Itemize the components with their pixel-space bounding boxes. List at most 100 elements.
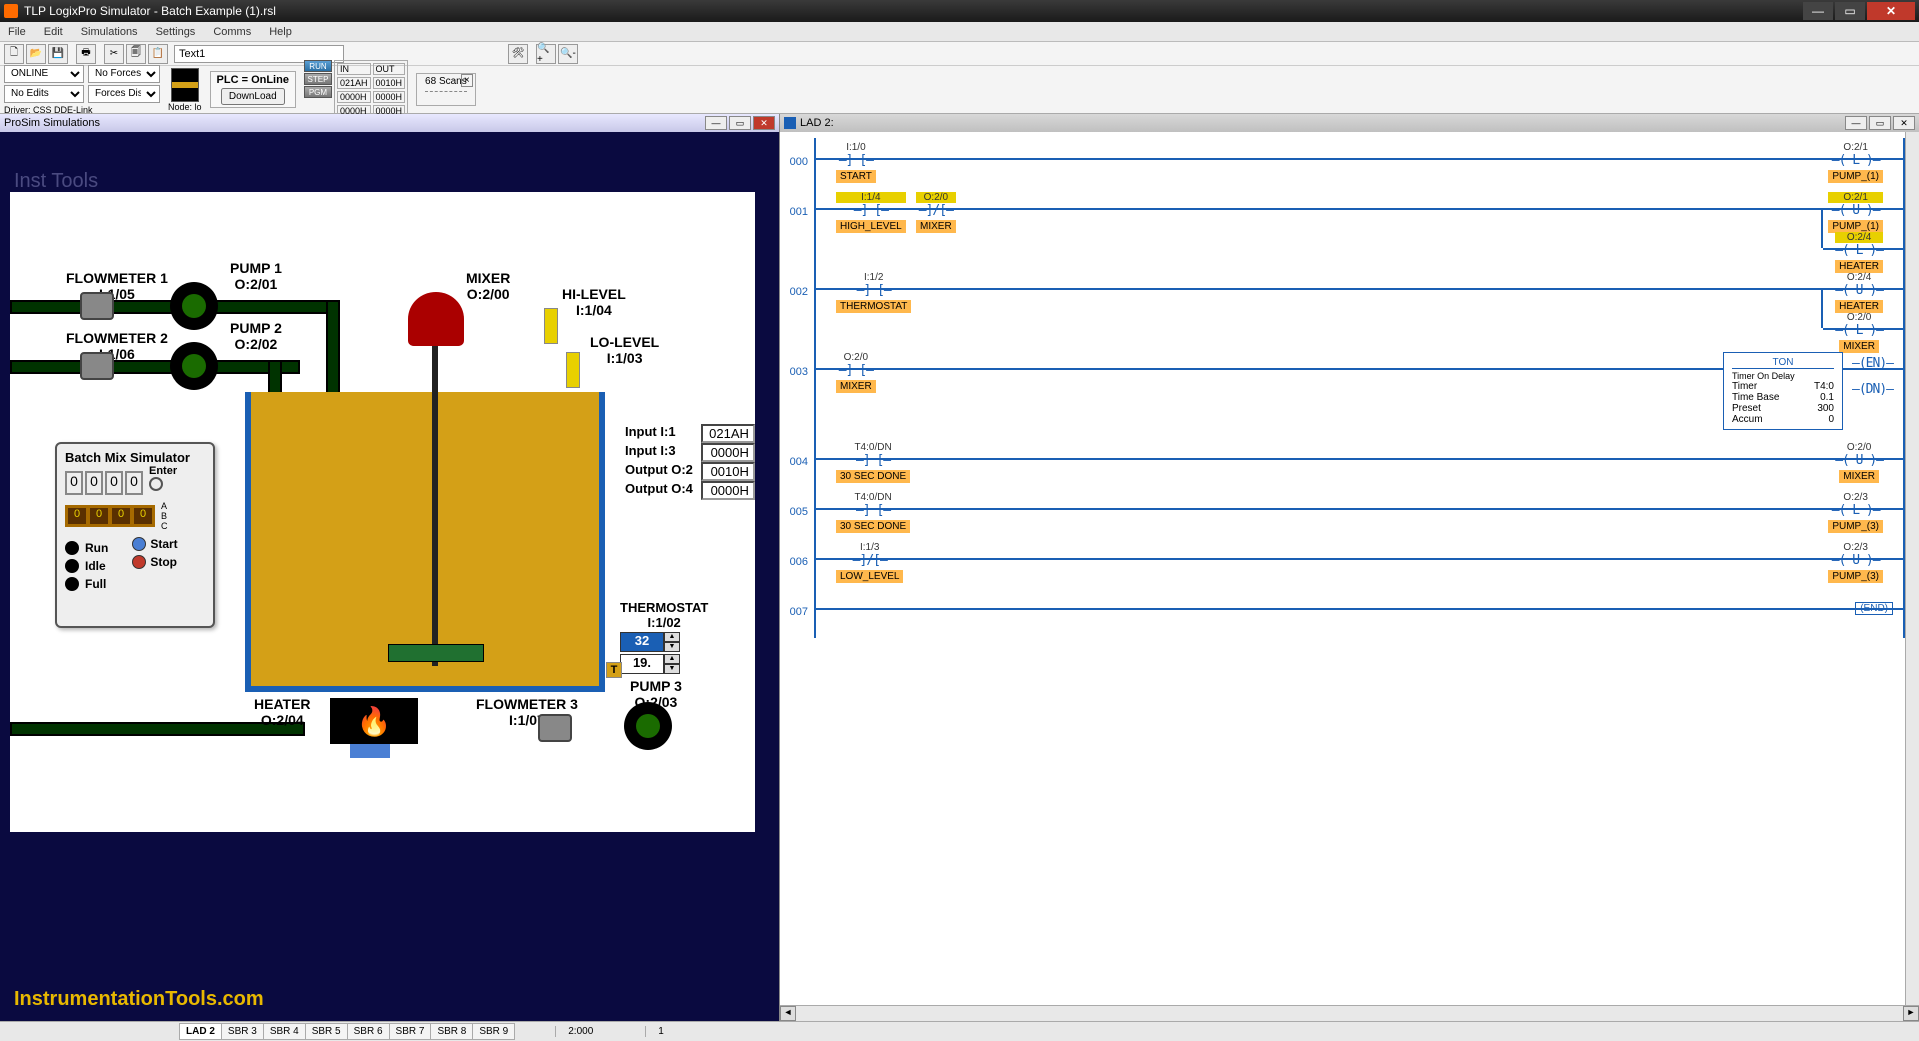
cut-icon[interactable]: ✂ (104, 44, 124, 64)
rung[interactable]: 006I:1/3—]/[—LOW_LEVELO:2/3—( U )—PUMP_(… (780, 538, 1905, 588)
menu-bar: File Edit Simulations Settings Comms Hel… (0, 22, 1919, 42)
pump-1[interactable] (170, 282, 218, 330)
ladder-min-icon[interactable]: — (1845, 116, 1867, 130)
menu-simulations[interactable]: Simulations (81, 26, 138, 38)
ladder-hscroll[interactable]: ◄ ► (780, 1005, 1919, 1021)
coil[interactable]: O:2/4—( L )—HEATER (1835, 232, 1883, 273)
bottom-tab[interactable]: LAD 2 (179, 1023, 222, 1040)
footer-branding: InstrumentationTools.com (14, 988, 264, 1011)
pv-dn-icon[interactable]: ▼ (664, 664, 680, 674)
edits-combo[interactable]: No Edits (4, 85, 84, 103)
prosim-title: ProSim Simulations (4, 117, 100, 129)
thermostat: THERMOSTAT I:1/02 T 32 ▲▼ 19. ▲▼ (620, 600, 708, 674)
save-icon[interactable]: 💾 (48, 44, 68, 64)
sp-up-icon[interactable]: ▲ (664, 632, 680, 642)
menu-edit[interactable]: Edit (44, 26, 63, 38)
hscroll-left-icon[interactable]: ◄ (780, 1006, 796, 1021)
menu-file[interactable]: File (8, 26, 26, 38)
thermo-setpoint[interactable]: 32 ▲▼ (620, 632, 708, 652)
ton-block[interactable]: TONTimer On DelayTimerT4:0Time Base0.1Pr… (1723, 352, 1843, 430)
bottom-tab[interactable]: SBR 4 (263, 1023, 306, 1040)
rung-number: 002 (780, 268, 814, 298)
instruction[interactable]: I:1/2—] [—THERMOSTAT (836, 272, 911, 313)
bottom-tab[interactable]: SBR 5 (305, 1023, 348, 1040)
coil[interactable]: O:2/0—( U )—MIXER (1835, 442, 1883, 483)
maximize-button[interactable]: ▭ (1835, 2, 1865, 20)
close-button[interactable]: ✕ (1867, 2, 1915, 20)
flowmeter-3 (538, 714, 572, 742)
run-button[interactable]: RUN (304, 60, 332, 72)
open-icon[interactable]: 📂 (26, 44, 46, 64)
rung-number: 003 (780, 348, 814, 378)
pgm-button[interactable]: PGM (304, 86, 332, 98)
pump-2[interactable] (170, 342, 218, 390)
instruction[interactable]: O:2/0—] [—MIXER (836, 352, 876, 393)
enter-button[interactable] (149, 477, 163, 491)
menu-comms[interactable]: Comms (213, 26, 251, 38)
step-button[interactable]: STEP (304, 73, 332, 85)
rung[interactable]: 003 O:2/0—] [—MIXER TONTimer On DelayTimer… (780, 348, 1905, 438)
coil[interactable]: O:2/4—( U )—HEATER (1835, 272, 1883, 313)
rung[interactable]: 002 I:1/2—] [—THERMOSTAT O:2/4—( U )—HEATE… (780, 268, 1905, 348)
rung[interactable]: 007(END) (780, 588, 1905, 638)
instruction[interactable]: T4:0/DN—] [—30 SEC DONE (836, 492, 910, 533)
bottom-tab[interactable]: SBR 6 (347, 1023, 390, 1040)
tools-icon[interactable]: 🛠 (508, 44, 528, 64)
instruction[interactable]: O:2/0—]/[—MIXER (916, 192, 956, 233)
rung-number: 005 (780, 488, 814, 518)
bottom-tab[interactable]: SBR 7 (389, 1023, 432, 1040)
menu-help[interactable]: Help (269, 26, 292, 38)
bottom-tab[interactable]: SBR 9 (472, 1023, 515, 1040)
pv-up-icon[interactable]: ▲ (664, 654, 680, 664)
plc-icon (171, 68, 199, 102)
download-button[interactable]: DownLoad (221, 88, 285, 105)
ladder-body[interactable]: 000I:1/0—] [—STARTO:2/1—( L )—PUMP_(1)00… (780, 132, 1919, 1005)
rung[interactable]: 001 I:1/4—] [—HIGH_LEVELO:2/0—]/[—MIXER O:… (780, 188, 1905, 268)
stop-button[interactable] (132, 555, 146, 569)
start-button[interactable] (132, 537, 146, 551)
rung-number: 001 (780, 188, 814, 218)
minimize-button[interactable]: — (1803, 2, 1833, 20)
instruction[interactable]: I:1/4—] [—HIGH_LEVEL (836, 192, 906, 233)
sp-dn-icon[interactable]: ▼ (664, 642, 680, 652)
hscroll-right-icon[interactable]: ► (1903, 1006, 1919, 1021)
rung[interactable]: 004T4:0/DN—] [—30 SEC DONEO:2/0—( U )—MI… (780, 438, 1905, 488)
pump-3[interactable] (624, 702, 672, 750)
zoom-in-icon[interactable]: 🔍+ (536, 44, 556, 64)
mode-combo[interactable]: ONLINE (4, 65, 84, 83)
thumbwheel[interactable]: 0000 (65, 471, 143, 495)
coil[interactable]: O:2/3—( L )—PUMP_(3) (1828, 492, 1883, 533)
ladder-max-icon[interactable]: ▭ (1869, 116, 1891, 130)
abc-switch[interactable]: A B C (161, 501, 168, 531)
heater: 🔥 (330, 698, 418, 744)
forces-en-combo[interactable]: Forces Disabled (88, 85, 160, 103)
instruction[interactable]: I:1/0—] [—START (836, 142, 876, 183)
scans-close-icon[interactable]: × (461, 74, 473, 87)
zoom-out-icon[interactable]: 🔍- (558, 44, 578, 64)
copy-icon[interactable]: 🗐 (126, 44, 146, 64)
end-marker: (END) (1855, 602, 1893, 615)
prosim-close-icon[interactable]: ✕ (753, 116, 775, 130)
simbox-title: Batch Mix Simulator (65, 450, 205, 465)
coil[interactable]: O:2/1—( L )—PUMP_(1) (1828, 142, 1883, 183)
ladder-vscroll[interactable] (1905, 132, 1919, 1005)
instruction[interactable]: I:1/3—]/[—LOW_LEVEL (836, 542, 903, 583)
forces-combo[interactable]: No Forces (88, 65, 160, 83)
prosim-min-icon[interactable]: — (705, 116, 727, 130)
print-icon[interactable]: 🖶 (76, 44, 96, 64)
prosim-max-icon[interactable]: ▭ (729, 116, 751, 130)
bottom-tab[interactable]: SBR 3 (221, 1023, 264, 1040)
new-icon[interactable]: 🗋 (4, 44, 24, 64)
coil[interactable]: O:2/0—( L )—MIXER (1835, 312, 1883, 353)
rung[interactable]: 000I:1/0—] [—STARTO:2/1—( L )—PUMP_(1) (780, 138, 1905, 188)
ladder-close-icon[interactable]: ✕ (1893, 116, 1915, 130)
menu-settings[interactable]: Settings (156, 26, 196, 38)
instruction[interactable]: T4:0/DN—] [—30 SEC DONE (836, 442, 910, 483)
hi-level-label: HI-LEVELI:1/04 (562, 286, 626, 318)
rung[interactable]: 005 T4:0/DN—] [—30 SEC DONE O:2/3—( L )—PU… (780, 488, 1905, 538)
coil[interactable]: O:2/3—( U )—PUMP_(3) (1828, 542, 1883, 583)
paste-icon[interactable]: 📋 (148, 44, 168, 64)
thermo-pv[interactable]: 19. ▲▼ (620, 654, 708, 674)
bottom-tab[interactable]: SBR 8 (430, 1023, 473, 1040)
coil[interactable]: O:2/1—( U )—PUMP_(1) (1828, 192, 1883, 233)
